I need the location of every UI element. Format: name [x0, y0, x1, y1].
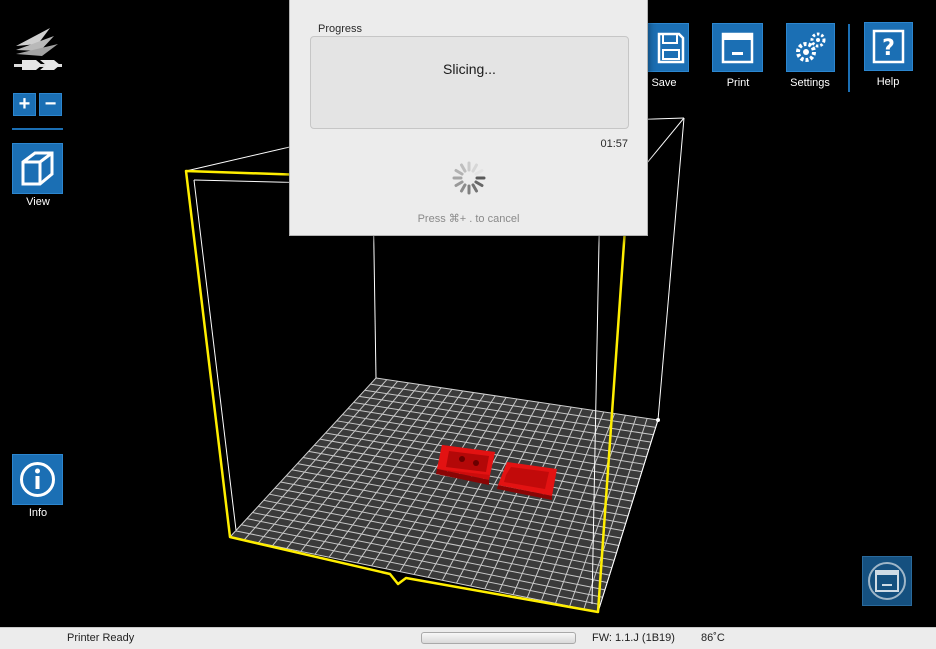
spinner-icon	[452, 161, 486, 195]
status-progress-bar	[421, 632, 576, 644]
info-label: Info	[28, 507, 48, 519]
spinner-spoke	[474, 169, 484, 176]
spinner-spoke	[460, 183, 467, 193]
svg-text:?: ?	[882, 36, 895, 61]
status-bar: Printer Ready FW: 1.1.J (1B19) 86˚C	[0, 627, 936, 649]
toolbar-divider	[12, 128, 63, 130]
spinner-spoke	[454, 169, 464, 176]
print-button[interactable]	[712, 23, 763, 72]
temperature-readout: 86˚C	[701, 632, 725, 644]
view-label: View	[26, 196, 50, 208]
cube-icon	[21, 151, 54, 186]
help-icon: ?	[872, 29, 905, 64]
info-icon	[20, 462, 55, 497]
info-button[interactable]	[12, 454, 63, 505]
panel-toggle-button[interactable]	[862, 556, 912, 606]
frame-corner-marker	[656, 418, 660, 422]
toolbar-divider	[848, 24, 850, 92]
spinner-spoke	[460, 163, 467, 173]
progress-heading: Progress	[318, 23, 363, 35]
progress-status-text: Slicing...	[443, 61, 496, 77]
elapsed-time: 01:57	[600, 138, 628, 150]
gears-icon	[796, 32, 826, 62]
progress-box: Slicing...	[310, 36, 629, 129]
app-logo	[12, 24, 64, 82]
spinner-spoke	[471, 183, 478, 193]
frame-edge	[657, 117, 685, 421]
firmware-version: FW: 1.1.J (1B19)	[592, 632, 675, 644]
floppy-disk-icon	[657, 32, 685, 64]
settings-button[interactable]	[786, 23, 835, 72]
progress-dialog: Progress Slicing... 01:57 Press ⌘+ . to …	[289, 0, 648, 236]
help-button[interactable]: ?	[864, 22, 913, 71]
help-label: Help	[876, 76, 900, 88]
zoom-out-button[interactable]: −	[39, 93, 62, 116]
printer-status: Printer Ready	[67, 632, 135, 644]
spinner-spoke	[474, 180, 484, 187]
zoom-in-button[interactable]: +	[13, 93, 36, 116]
frame-edge	[193, 179, 237, 531]
print-label: Print	[726, 77, 750, 89]
spinner-spoke	[471, 163, 478, 173]
settings-label: Settings	[790, 77, 830, 89]
printer-icon	[721, 32, 754, 64]
save-button[interactable]	[644, 23, 689, 72]
cancel-hint: Press ⌘+ . to cancel	[417, 213, 520, 225]
spinner-spoke	[454, 180, 464, 187]
view-button[interactable]	[12, 143, 63, 194]
window-icon	[868, 562, 906, 600]
